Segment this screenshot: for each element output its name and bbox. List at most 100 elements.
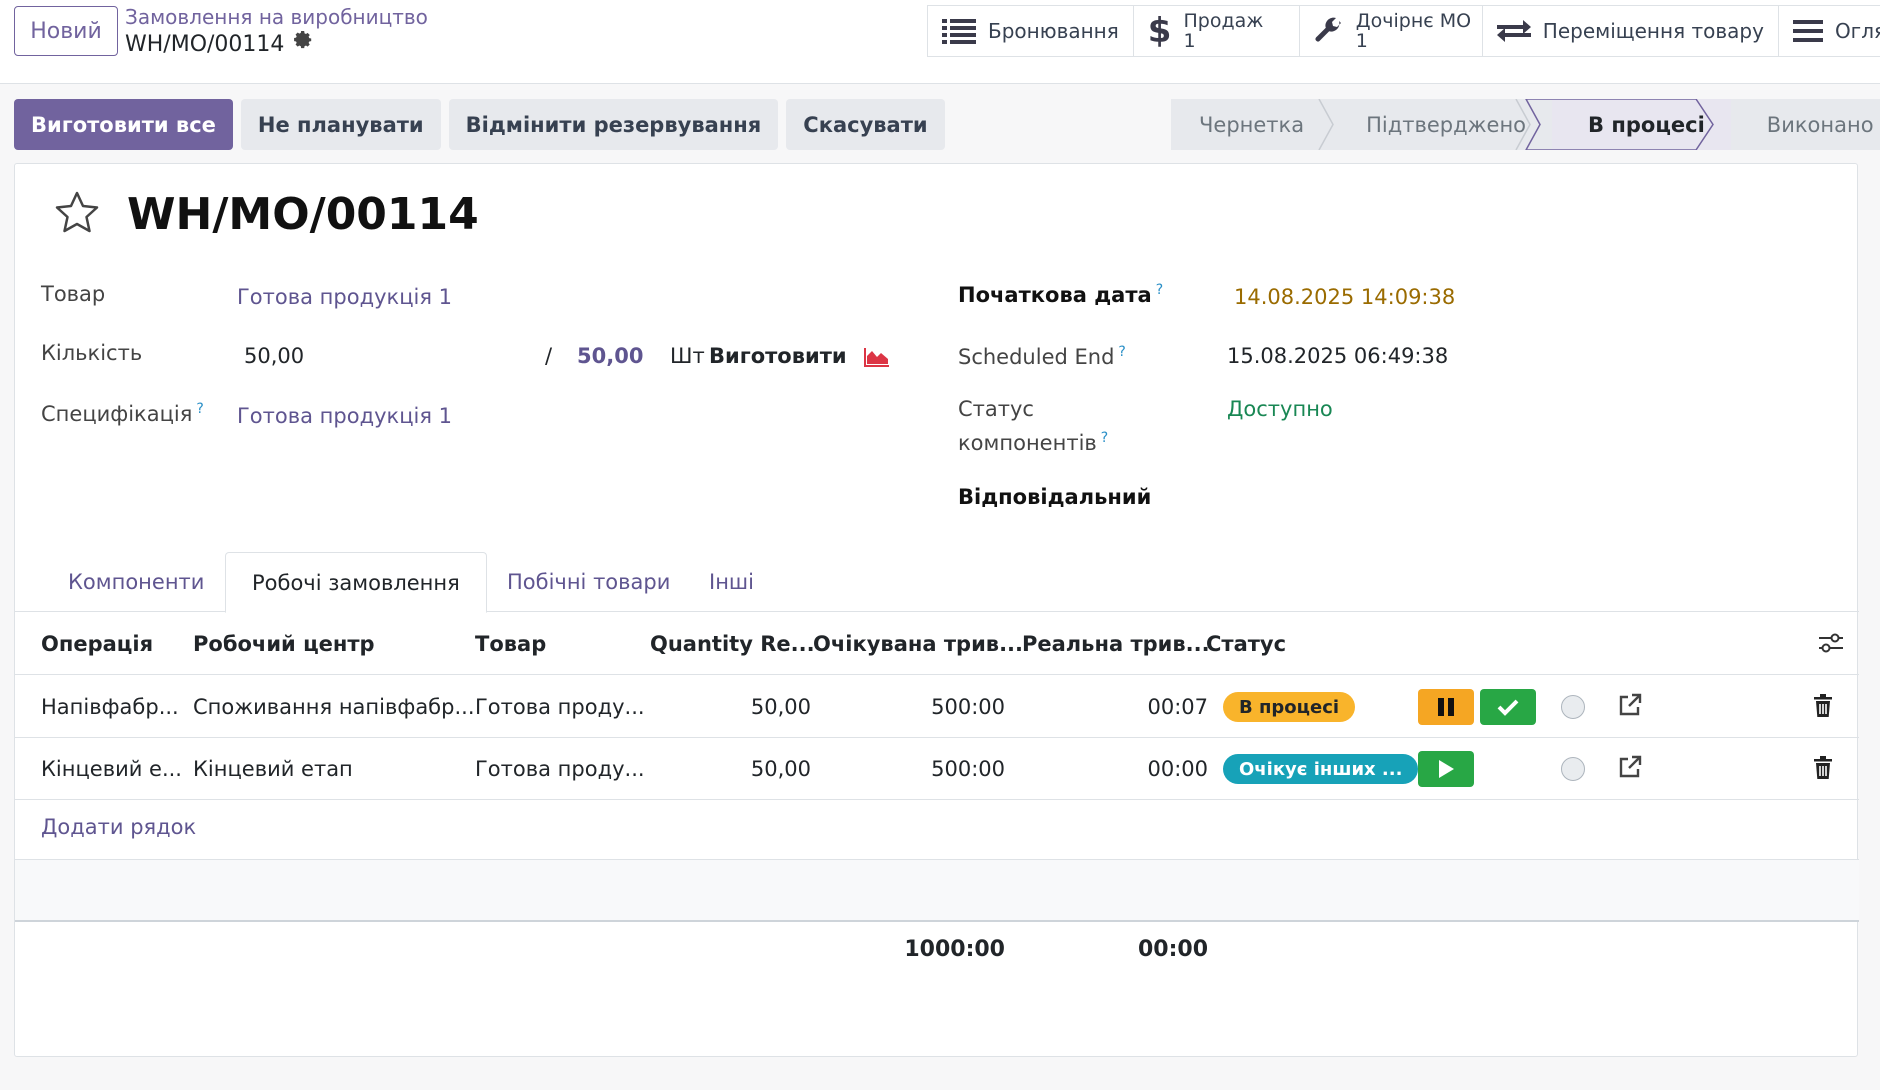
status-done[interactable]: Виконано xyxy=(1730,99,1880,150)
child-mo-smart-button[interactable]: Дочірнє МО 1 xyxy=(1299,6,1483,56)
cell-workcenter: Кінцевий етап xyxy=(193,757,353,781)
status-confirmed-label: Підтверджено xyxy=(1366,112,1527,137)
col-real-duration[interactable]: Реальна трив... xyxy=(1022,613,1210,675)
new-button[interactable]: Новий xyxy=(14,6,118,56)
gear-icon[interactable] xyxy=(294,31,314,57)
trash-icon[interactable] xyxy=(1812,756,1834,786)
area-chart-icon[interactable] xyxy=(863,346,891,374)
scheduled-end-label: Scheduled End? xyxy=(958,344,1126,369)
col-expected-duration[interactable]: Очікувана трив... xyxy=(813,613,1023,675)
component-status-label-2: компонентів? xyxy=(958,430,1108,455)
tab-by-products[interactable]: Побічні товари xyxy=(481,552,696,612)
child-mo-label: Дочірнє МО xyxy=(1355,10,1472,32)
bom-value[interactable]: Готова продукція 1 xyxy=(237,404,452,428)
star-icon[interactable] xyxy=(55,191,99,239)
reservation-label: Бронювання xyxy=(988,19,1119,43)
dollar-icon: $ xyxy=(1147,11,1172,51)
quantity-total[interactable]: 50,00 xyxy=(577,344,643,368)
col-quantity[interactable]: Quantity Re... xyxy=(650,613,815,675)
child-mo-count: 1 xyxy=(1355,30,1368,52)
record-title: WH/MO/00114 xyxy=(127,189,479,240)
transfers-label: Переміщення товару xyxy=(1542,19,1764,43)
produce-all-button[interactable]: Виготовити все xyxy=(14,99,233,150)
reservation-smart-button[interactable]: Бронювання xyxy=(928,6,1134,56)
uom-value[interactable]: Шт xyxy=(670,344,705,368)
pause-button[interactable] xyxy=(1418,689,1474,725)
breadcrumb-current: WH/MO/00114 xyxy=(125,31,314,57)
unreserve-button[interactable]: Відмінити резервування xyxy=(448,99,779,150)
empty-row-band xyxy=(15,860,1859,920)
col-product[interactable]: Товар xyxy=(475,613,546,675)
form-sheet: WH/MO/00114 Товар Готова продукція 1 Кіл… xyxy=(14,163,1859,1057)
transfers-smart-button[interactable]: Переміщення товару xyxy=(1482,6,1779,56)
sale-label: Продаж xyxy=(1183,10,1264,32)
activity-status-circle[interactable] xyxy=(1561,757,1585,781)
breadcrumb-parent[interactable]: Замовлення на виробництво xyxy=(125,5,428,29)
start-date-value[interactable]: 14.08.2025 14:09:38 xyxy=(1234,285,1455,309)
cell-product: Готова проду... xyxy=(475,695,645,719)
col-status[interactable]: Статус xyxy=(1206,613,1286,675)
list-icon xyxy=(942,17,976,45)
totals-divider xyxy=(15,920,1859,922)
scheduled-end-value[interactable]: 15.08.2025 06:49:38 xyxy=(1227,344,1448,368)
cell-real: 00:00 xyxy=(1147,757,1208,781)
tab-work-orders[interactable]: Робочі замовлення xyxy=(225,552,487,613)
sale-stat: Продаж 1 xyxy=(1183,11,1263,51)
help-icon[interactable]: ? xyxy=(1101,430,1108,446)
responsible-label: Відповідальний xyxy=(958,485,1152,509)
status-in-progress-label: В процесі xyxy=(1588,112,1705,137)
col-workcenter[interactable]: Робочий центр xyxy=(193,613,375,675)
status-confirmed[interactable]: Підтверджено xyxy=(1330,99,1553,150)
column-settings-icon[interactable] xyxy=(1818,631,1844,661)
activity-status-circle[interactable] xyxy=(1561,695,1585,719)
help-icon[interactable]: ? xyxy=(196,401,203,417)
exchange-icon xyxy=(1496,18,1531,44)
status-draft-label: Чернетка xyxy=(1199,112,1305,137)
col-operation[interactable]: Операція xyxy=(41,613,153,675)
table-header: Операція Робочий центр Товар Quantity Re… xyxy=(15,613,1859,675)
status-draft[interactable]: Чернетка xyxy=(1171,99,1331,150)
cell-operation: Кінцевий е... xyxy=(41,757,182,781)
check-icon xyxy=(1497,699,1519,716)
product-value[interactable]: Готова продукція 1 xyxy=(237,285,452,309)
add-line-link[interactable]: Додати рядок xyxy=(41,815,196,839)
unplan-button[interactable]: Не планувати xyxy=(240,99,441,150)
external-link-icon[interactable] xyxy=(1617,692,1643,724)
cell-product: Готова проду... xyxy=(475,757,645,781)
tab-miscellaneous[interactable]: Інші xyxy=(683,552,780,612)
pause-icon xyxy=(1438,698,1454,716)
cell-expected: 500:00 xyxy=(931,695,1005,719)
control-panel: Новий Замовлення на виробництво WH/MO/00… xyxy=(0,0,1880,84)
table-row[interactable]: Напівфабр... Споживання напівфабр... Гот… xyxy=(15,676,1859,738)
produce-label: Виготовити xyxy=(709,344,847,368)
start-date-label: Початкова дата? xyxy=(958,282,1163,307)
cancel-button[interactable]: Скасувати xyxy=(786,99,945,150)
overview-smart-button[interactable]: Огляд xyxy=(1778,6,1880,56)
quantity-input[interactable]: 50,00 xyxy=(244,344,304,368)
sale-smart-button[interactable]: $ Продаж 1 xyxy=(1133,6,1300,56)
overview-label: Огляд xyxy=(1834,19,1880,43)
cell-quantity: 50,00 xyxy=(750,695,811,719)
cell-real: 00:07 xyxy=(1147,695,1208,719)
component-status-label-text: компонентів xyxy=(958,431,1097,455)
cell-workcenter: Споживання напівфабр... xyxy=(193,695,475,719)
start-button[interactable] xyxy=(1418,751,1474,787)
bom-label-text: Специфікація xyxy=(41,402,193,426)
trash-icon[interactable] xyxy=(1812,694,1834,724)
action-buttons: Виготовити все Не планувати Відмінити ре… xyxy=(14,99,945,150)
breadcrumb-current-label: WH/MO/00114 xyxy=(125,31,285,57)
mark-done-button[interactable] xyxy=(1480,689,1536,725)
tab-components[interactable]: Компоненти xyxy=(42,552,230,612)
external-link-icon[interactable] xyxy=(1617,754,1643,786)
help-icon[interactable]: ? xyxy=(1156,282,1163,298)
status-in-progress[interactable]: В процесі xyxy=(1552,99,1731,150)
title-row: WH/MO/00114 xyxy=(55,189,479,240)
cell-expected: 500:00 xyxy=(931,757,1005,781)
sale-count: 1 xyxy=(1183,30,1196,52)
status-badge: Очікує інших ... xyxy=(1223,754,1419,784)
cell-operation: Напівфабр... xyxy=(41,695,179,719)
table-row[interactable]: Кінцевий е... Кінцевий етап Готова проду… xyxy=(15,738,1859,800)
help-icon[interactable]: ? xyxy=(1118,344,1125,360)
product-label: Товар xyxy=(41,282,106,306)
bom-label: Специфікація? xyxy=(41,401,204,426)
